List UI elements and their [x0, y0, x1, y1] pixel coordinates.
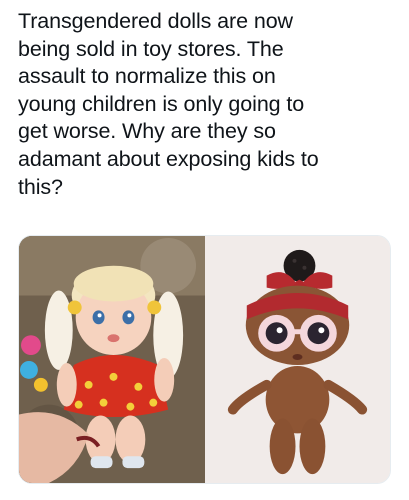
tweet-text-line: adamant about exposing kids to: [18, 146, 319, 171]
photo-headband-doll[interactable]: [205, 236, 390, 483]
tweet-text-line: assault to normalize this on: [18, 64, 276, 89]
tweet-text-line: this?: [18, 174, 63, 199]
tweet-media-grid[interactable]: [18, 235, 391, 484]
photo-blonde-doll[interactable]: [19, 236, 205, 483]
tweet-card: Transgendered dolls are now being sold i…: [0, 0, 409, 500]
tweet-text-line: being sold in toy stores. The: [18, 36, 284, 61]
headband-doll-illustration: [205, 236, 390, 483]
tweet-text-line: get worse. Why are they so: [18, 119, 276, 144]
tweet-text-line: Transgendered dolls are now: [18, 9, 293, 33]
blonde-doll-illustration: [19, 236, 205, 483]
tweet-text-line: young children is only going to: [18, 91, 305, 116]
tweet-text: Transgendered dolls are now being sold i…: [18, 8, 398, 201]
